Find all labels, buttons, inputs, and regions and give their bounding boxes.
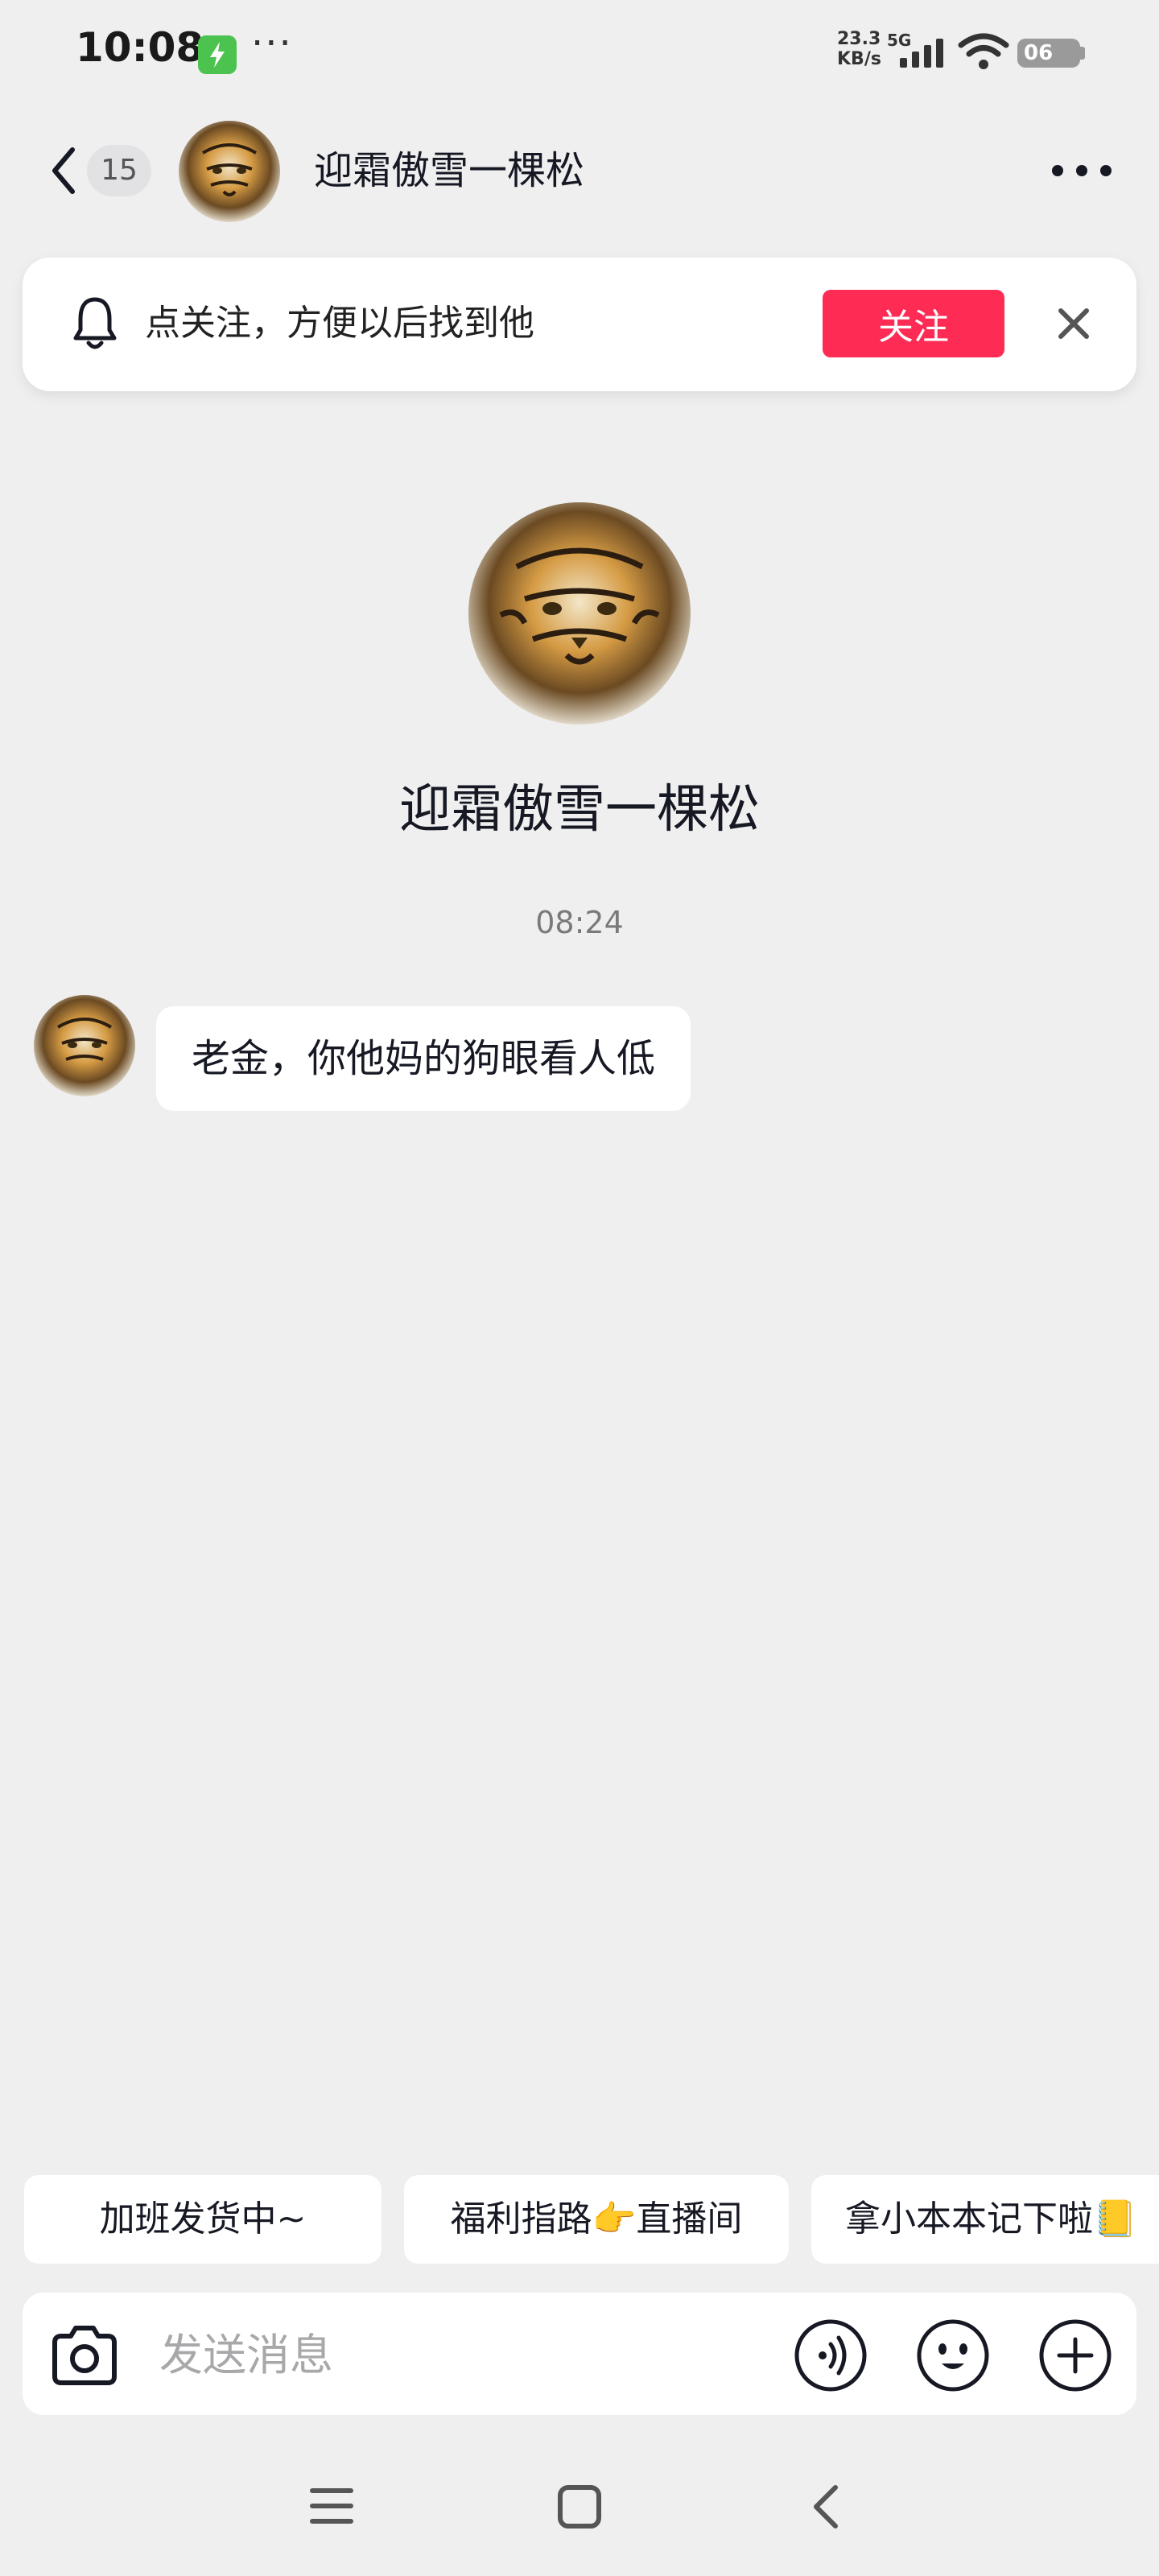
bell-icon <box>71 293 119 354</box>
signal-icon <box>900 37 948 69</box>
wifi-icon <box>958 32 1009 72</box>
network-speed: 23.3 KB/s <box>837 29 881 69</box>
follow-tip-text: 点关注，方便以后找到他 <box>145 303 534 344</box>
quick-reply-chip[interactable]: 加班发货中~ <box>24 2175 382 2264</box>
quick-reply-chip[interactable]: 福利指路👉直播间 <box>404 2175 789 2264</box>
nav-menu-icon[interactable] <box>309 2486 354 2526</box>
message-timestamp: 08:24 <box>535 905 624 940</box>
profile-name: 迎霜傲雪一棵松 <box>399 780 760 840</box>
status-time: 10:08 <box>76 24 204 71</box>
quick-reply-chip[interactable]: 拿小本本记下啦📒 <box>811 2175 1159 2264</box>
voice-input-icon[interactable] <box>794 2318 868 2392</box>
message-bubble[interactable]: 老金，你他妈的狗眼看人低 <box>156 1006 691 1111</box>
network-speed-unit: KB/s <box>837 49 881 69</box>
chat-title: 迎霜傲雪一棵松 <box>314 148 585 193</box>
battery-icon: 06 <box>1017 39 1080 68</box>
plus-icon[interactable] <box>1038 2318 1112 2392</box>
battery-level: 06 <box>1024 41 1054 65</box>
emoji-icon[interactable] <box>916 2318 990 2392</box>
nav-home-icon[interactable] <box>557 2484 602 2529</box>
battery-tip <box>1080 47 1085 60</box>
back-button[interactable] <box>48 145 80 196</box>
more-options-button[interactable] <box>1050 153 1114 188</box>
message-input[interactable] <box>158 2318 773 2391</box>
close-banner-icon[interactable] <box>1048 298 1099 349</box>
camera-icon[interactable] <box>48 2320 121 2389</box>
follow-button[interactable]: 关注 <box>823 290 1004 357</box>
unread-count-badge[interactable]: 15 <box>87 145 151 196</box>
more-notifications-icon: ··· <box>251 21 293 66</box>
header-avatar[interactable] <box>179 121 280 222</box>
sender-avatar[interactable] <box>34 995 135 1096</box>
profile-avatar[interactable] <box>468 502 691 724</box>
nav-back-icon[interactable] <box>810 2483 842 2531</box>
network-speed-value: 23.3 <box>837 29 881 49</box>
charging-app-icon <box>198 35 237 74</box>
